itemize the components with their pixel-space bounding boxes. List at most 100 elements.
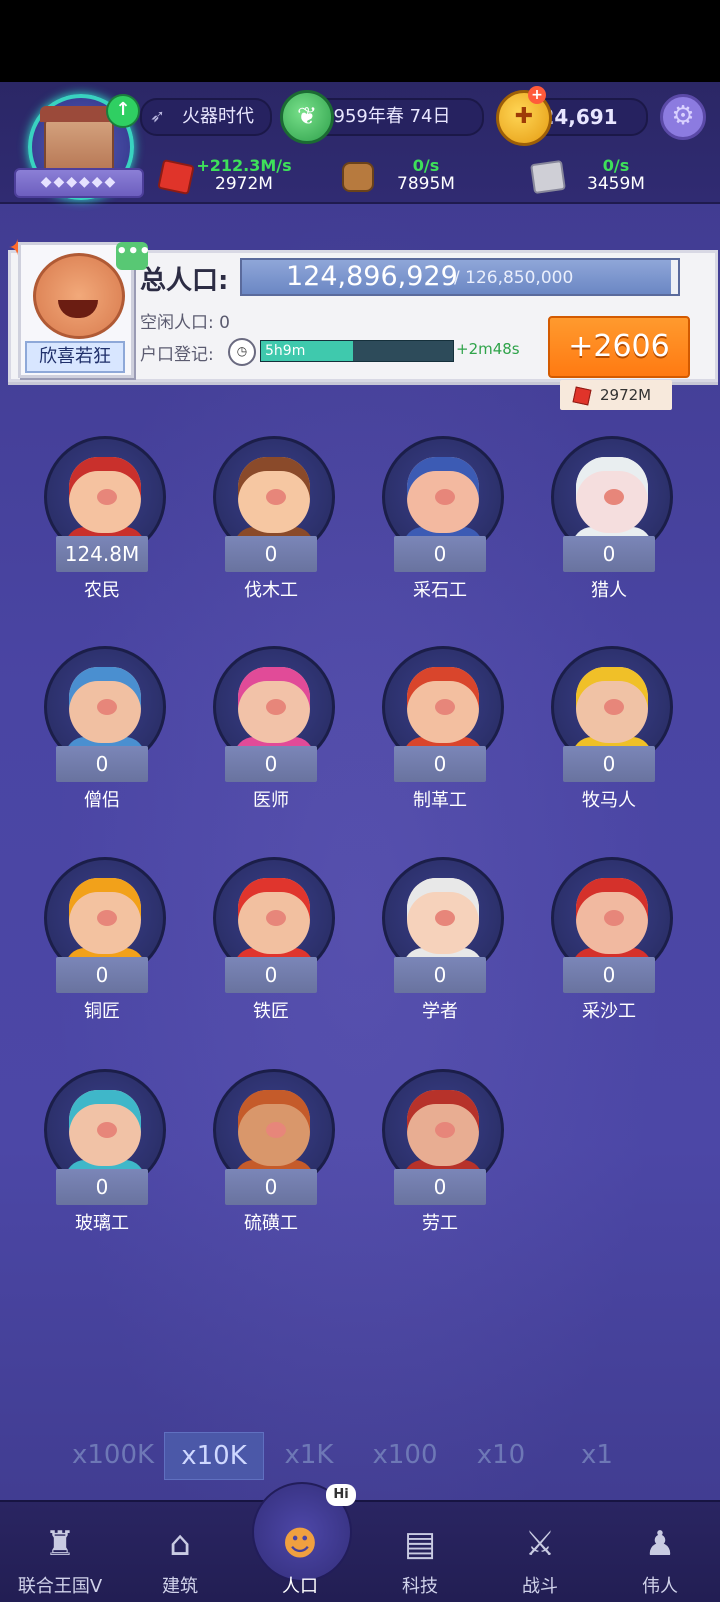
resource-red: +212.3M/s 2972M bbox=[157, 156, 300, 196]
character-nose bbox=[604, 910, 624, 926]
job-count: 0 bbox=[225, 536, 317, 572]
status-bar-area bbox=[0, 0, 720, 82]
character-nose bbox=[266, 1122, 286, 1138]
bottom-nav: Hi ♜ 联合王国V ⌂ 建筑 ☻ 人口 ▤ 科技 ⚔ 战斗 ♟ 伟人 bbox=[0, 1482, 720, 1602]
castle-icon: ♜ bbox=[44, 1524, 76, 1564]
add-population-button[interactable]: +2606 bbox=[548, 316, 690, 378]
job-card[interactable]: 0 猎人 bbox=[531, 424, 681, 614]
job-name: 铜匠 bbox=[84, 1001, 120, 1022]
population-bar: 124,896,929 / 126,850,000 bbox=[240, 258, 680, 296]
multiplier-x100[interactable]: x100 bbox=[356, 1432, 454, 1478]
character-nose bbox=[435, 699, 455, 715]
job-card[interactable]: 0 学者 bbox=[362, 845, 512, 1035]
nav-battle[interactable]: ⚔ 战斗 bbox=[485, 1502, 595, 1602]
character-nose bbox=[266, 910, 286, 926]
job-count: 0 bbox=[563, 536, 655, 572]
job-card[interactable]: 124.8M 农民 bbox=[24, 424, 174, 614]
multiplier-x100k[interactable]: x100K bbox=[64, 1432, 162, 1478]
job-card[interactable]: 0 伐木工 bbox=[193, 424, 343, 614]
resource-rate: 0/s bbox=[602, 156, 630, 175]
job-card[interactable]: 0 铁匠 bbox=[193, 845, 343, 1035]
nav-tech[interactable]: ▤ 科技 bbox=[365, 1502, 475, 1602]
job-card[interactable]: 0 僧侣 bbox=[24, 634, 174, 824]
job-count: 0 bbox=[56, 746, 148, 782]
resource-wood: 0/s 7895M bbox=[342, 156, 482, 196]
town-building-icon bbox=[40, 106, 114, 170]
register-bonus: +2m48s bbox=[456, 340, 520, 358]
job-name: 采沙工 bbox=[582, 1001, 636, 1022]
job-count: 124.8M bbox=[56, 536, 148, 572]
job-count: 0 bbox=[394, 957, 486, 993]
job-card[interactable]: 0 医师 bbox=[193, 634, 343, 824]
resource-amount: 3459M bbox=[587, 174, 645, 194]
leaf-icon[interactable]: ❦ bbox=[280, 90, 334, 144]
job-name: 僧侣 bbox=[84, 790, 120, 811]
clock-icon: ◷ bbox=[228, 338, 256, 366]
date-label: 959年春 74日 bbox=[333, 106, 451, 127]
job-card[interactable]: 0 采沙工 bbox=[531, 845, 681, 1035]
game-screen: ◆◆◆◆◆◆ ↑ ➶ 火器时代 959年春 74日 ❦ 24,691 ✚ + ⚙… bbox=[0, 82, 720, 1602]
job-name: 猎人 bbox=[591, 580, 627, 601]
multiplier-x1[interactable]: x1 bbox=[548, 1432, 646, 1478]
character-nose bbox=[97, 910, 117, 926]
add-cost: 2972M bbox=[560, 380, 672, 410]
idle-population: 空闲人口: 0 bbox=[140, 313, 230, 333]
job-card[interactable]: 0 牧马人 bbox=[531, 634, 681, 824]
resource-rate: +212.3M/s bbox=[196, 156, 292, 175]
job-card[interactable]: 0 制革工 bbox=[362, 634, 512, 824]
nav-great-people[interactable]: ♟ 伟人 bbox=[605, 1502, 715, 1602]
job-name: 制革工 bbox=[413, 790, 467, 811]
nav-label: 科技 bbox=[402, 1576, 438, 1597]
mood-label: 欣喜若狂 bbox=[25, 341, 125, 373]
multiplier-x10k[interactable]: x10K bbox=[164, 1432, 264, 1480]
red-ore-icon bbox=[157, 159, 195, 195]
job-name: 牧马人 bbox=[582, 790, 636, 811]
job-name: 农民 bbox=[84, 580, 120, 601]
era-label: 火器时代 bbox=[182, 106, 254, 127]
nav-label: 伟人 bbox=[642, 1576, 678, 1597]
book-icon: ▤ bbox=[403, 1524, 437, 1564]
nav-buildings[interactable]: ⌂ 建筑 bbox=[125, 1502, 235, 1602]
musket-icon: ➶ bbox=[150, 106, 166, 127]
job-count: 0 bbox=[56, 957, 148, 993]
job-card[interactable]: 0 硫磺工 bbox=[193, 1057, 343, 1247]
job-card[interactable]: 0 铜匠 bbox=[24, 845, 174, 1035]
job-name: 伐木工 bbox=[244, 580, 298, 601]
character-nose bbox=[604, 489, 624, 505]
job-count: 0 bbox=[225, 957, 317, 993]
house-icon: ⌂ bbox=[169, 1524, 191, 1564]
population-current: 124,896,929 bbox=[286, 261, 458, 292]
job-count: 0 bbox=[563, 746, 655, 782]
person-icon: ☻ bbox=[282, 1524, 318, 1564]
character-nose bbox=[604, 699, 624, 715]
multiplier-x1k[interactable]: x1K bbox=[260, 1432, 358, 1478]
multiplier-x10[interactable]: x10 bbox=[452, 1432, 550, 1478]
job-name: 学者 bbox=[422, 1001, 458, 1022]
nav-label: 人口 bbox=[282, 1576, 318, 1597]
job-count: 0 bbox=[394, 1169, 486, 1205]
era-pill[interactable]: ➶ 火器时代 bbox=[140, 98, 272, 136]
job-name: 医师 bbox=[253, 790, 289, 811]
population-title: 总人口: bbox=[140, 266, 229, 296]
character-nose bbox=[435, 910, 455, 926]
character-nose bbox=[266, 699, 286, 715]
job-name: 硫磺工 bbox=[244, 1213, 298, 1234]
character-nose bbox=[266, 489, 286, 505]
crossed-swords-icon: ⚔ bbox=[524, 1524, 556, 1564]
add-coins-icon[interactable]: + bbox=[528, 86, 546, 104]
character-nose bbox=[435, 489, 455, 505]
job-card[interactable]: 0 玻璃工 bbox=[24, 1057, 174, 1247]
job-count: 0 bbox=[225, 1169, 317, 1205]
settings-gear-icon[interactable]: ⚙ bbox=[660, 94, 706, 140]
upgrade-arrow-icon[interactable]: ↑ bbox=[106, 94, 140, 128]
population-max: / 126,850,000 bbox=[454, 268, 574, 288]
job-card[interactable]: 0 采石工 bbox=[362, 424, 512, 614]
job-card[interactable]: 0 劳工 bbox=[362, 1057, 512, 1247]
town-level-stars: ◆◆◆◆◆◆ bbox=[14, 168, 144, 198]
statue-icon: ♟ bbox=[644, 1524, 676, 1564]
nav-population[interactable]: ☻ 人口 bbox=[245, 1502, 355, 1602]
red-ore-icon bbox=[572, 386, 592, 406]
job-count: 0 bbox=[563, 957, 655, 993]
nav-kingdom[interactable]: ♜ 联合王国V bbox=[5, 1502, 115, 1602]
stone-icon bbox=[530, 159, 566, 195]
